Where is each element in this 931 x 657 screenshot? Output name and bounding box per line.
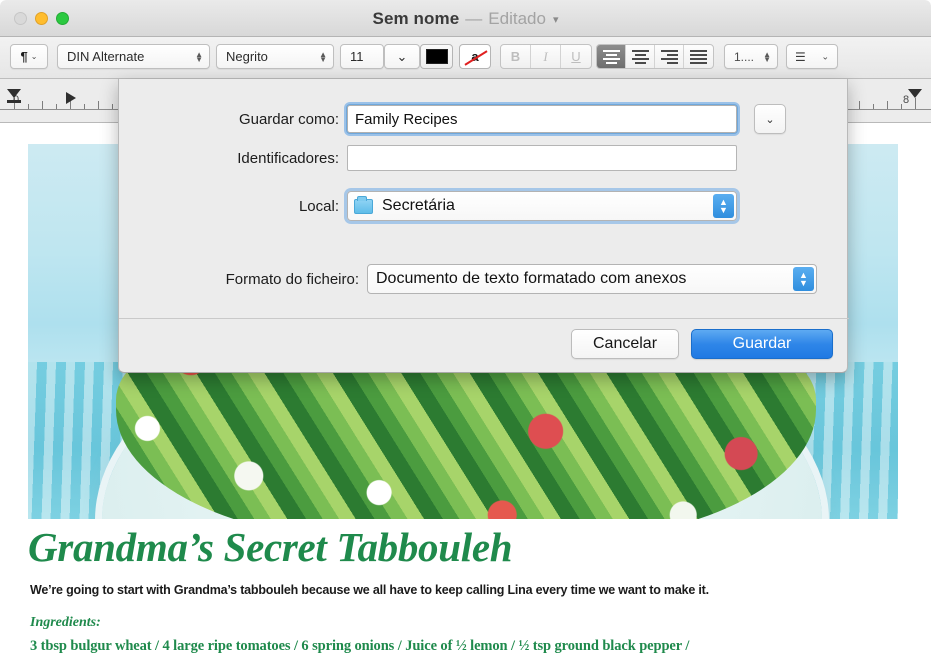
tab-stop-marker[interactable] [66, 92, 76, 104]
chevron-down-icon: ⌄ [765, 113, 775, 126]
filename-input[interactable]: Family Recipes [346, 104, 738, 134]
align-line [605, 61, 617, 64]
chevron-down-icon: ⌄ [30, 52, 38, 61]
align-right-button[interactable] [655, 45, 684, 68]
font-style-value: Negrito [226, 49, 268, 64]
bold-button[interactable]: B [501, 45, 531, 68]
file-format-row: Formato do ficheiro: Documento de texto … [119, 264, 849, 294]
ingredients-label: Ingredients: [30, 615, 101, 630]
italic-button[interactable]: I [531, 45, 561, 68]
maximize-button[interactable] [56, 12, 69, 25]
where-value: Secretária [382, 197, 455, 214]
color-swatch-icon [425, 49, 448, 64]
where-popup[interactable]: Secretária ▲ ▼ [347, 191, 737, 221]
textedit-window: Sem nome — Editado ▾ ¶ ⌄ DIN Alternate ▲… [0, 0, 931, 657]
align-line [690, 49, 707, 52]
align-line [631, 57, 649, 60]
left-indent-marker[interactable] [7, 100, 21, 103]
file-format-value: Documento de texto formatado com anexos [376, 270, 687, 287]
align-line [602, 49, 620, 52]
ingredients-list: 3 tbsp bulgur wheat / 4 large ripe tomat… [30, 638, 690, 654]
font-style-popup[interactable]: Negrito ▲ ▼ [216, 44, 334, 69]
list-menu-popup[interactable]: ☰ ⌄ [786, 44, 838, 69]
tags-input[interactable] [347, 145, 737, 171]
title-dash: — [465, 8, 483, 28]
stepper-icon: ▲ ▼ [319, 49, 327, 64]
list-style-popup[interactable]: 1.... ▲ ▼ [724, 44, 778, 69]
align-justify-button[interactable] [684, 45, 713, 68]
first-line-indent-marker[interactable] [7, 89, 21, 98]
close-button[interactable] [14, 12, 27, 25]
underline-button[interactable]: U [561, 45, 591, 68]
align-center-button[interactable] [626, 45, 655, 68]
align-line [666, 61, 678, 64]
bullet-list-icon: ☰ [795, 49, 806, 64]
cancel-button[interactable]: Cancelar [571, 329, 679, 359]
font-family-value: DIN Alternate [67, 49, 145, 64]
dialog-separator [119, 318, 849, 319]
alignment-segmented [596, 44, 714, 69]
font-size-popup[interactable]: ⌄ [384, 44, 420, 69]
stepper-icon: ▲ ▼ [713, 194, 734, 218]
align-line [634, 53, 646, 56]
recipe-intro-paragraph: We’re going to start with Grandma’s tabb… [30, 583, 709, 597]
recipe-heading: Grandma’s Secret Tabbouleh [28, 524, 513, 570]
title-bar: Sem nome — Editado ▾ [0, 0, 931, 37]
tags-label: Identificadores: [237, 149, 339, 167]
align-line [602, 57, 620, 60]
dialog-button-group: Cancelar Guardar [571, 329, 833, 359]
remove-formatting-button[interactable]: a [459, 44, 491, 69]
font-size-value: 11 [350, 49, 364, 64]
file-format-label: Formato do ficheiro: [225, 270, 359, 288]
save-as-label: Guardar como: [238, 110, 339, 128]
save-as-row: Guardar como: Family Recipes ⌄ [119, 104, 849, 134]
folder-icon [354, 195, 373, 214]
chevron-down-icon: ⌄ [396, 48, 408, 64]
document-edited-state: Editado [488, 8, 546, 28]
file-format-popup[interactable]: Documento de texto formatado com anexos … [367, 264, 817, 294]
align-line [631, 49, 649, 52]
align-line [660, 57, 678, 60]
align-line [605, 53, 617, 56]
tags-row: Identificadores: [119, 145, 849, 171]
right-indent-marker[interactable] [908, 89, 922, 98]
text-color-button[interactable] [420, 44, 453, 69]
align-left-button[interactable] [597, 45, 626, 68]
where-label: Local: [298, 197, 339, 215]
chevron-down-icon: ⌄ [821, 51, 829, 61]
align-line [690, 61, 707, 64]
align-line [666, 53, 678, 56]
align-line [690, 53, 707, 56]
chevron-down-icon[interactable]: ▾ [553, 13, 559, 26]
align-line [660, 49, 678, 52]
paragraph-style-popup[interactable]: ¶ ⌄ [10, 44, 48, 69]
save-button[interactable]: Guardar [691, 329, 833, 359]
align-line [634, 61, 646, 64]
font-family-popup[interactable]: DIN Alternate ▲ ▼ [57, 44, 210, 69]
ruler-ticks-left [14, 97, 114, 109]
list-style-value: 1.... [734, 49, 755, 64]
font-size-input[interactable]: 11 [340, 44, 384, 69]
stepper-icon: ▲ ▼ [793, 267, 814, 291]
align-line [690, 57, 707, 60]
document-title: Sem nome [372, 8, 460, 28]
where-row: Local: Secretária ▲ ▼ [119, 191, 849, 221]
text-style-segmented: B I U [500, 44, 592, 69]
pilcrow-icon: ¶ [20, 49, 28, 64]
minimize-button[interactable] [35, 12, 48, 25]
format-toolbar: ¶ ⌄ DIN Alternate ▲▼ Negrito ▲▼ 11 ⌄ a B… [0, 37, 931, 79]
expand-browser-button[interactable]: ⌄ [754, 104, 786, 134]
window-title-group: Sem nome — Editado ▾ [0, 0, 931, 37]
save-dialog: Guardar como: Family Recipes ⌄ Identific… [118, 79, 849, 373]
stepper-icon: ▲ ▼ [763, 49, 771, 64]
filename-value: Family Recipes [355, 110, 458, 128]
ruler-ticks-right [845, 97, 925, 109]
stepper-icon: ▲ ▼ [195, 49, 203, 64]
